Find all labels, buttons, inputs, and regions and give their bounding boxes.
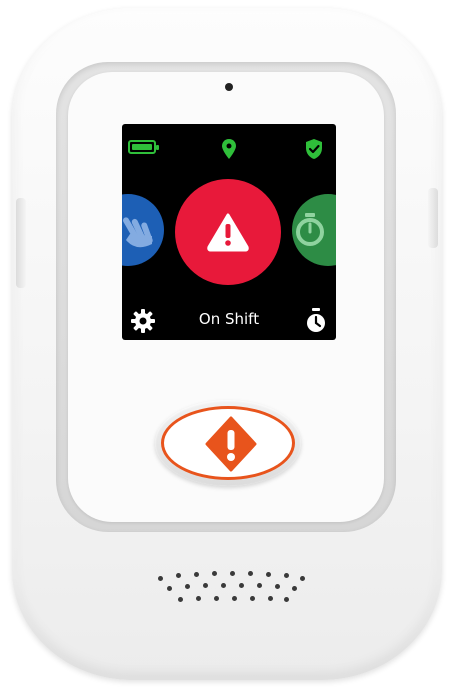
camera-dot: [225, 83, 233, 91]
sos-alert-button[interactable]: [175, 179, 281, 285]
hand-wave-icon[interactable]: [122, 194, 164, 266]
location-pin-icon: [222, 139, 236, 159]
stopwatch-icon[interactable]: [304, 308, 328, 334]
diamond-alert-icon: [205, 416, 257, 472]
panic-button[interactable]: [155, 400, 301, 486]
battery-full-icon: [128, 140, 159, 154]
shield-check-icon: [306, 139, 322, 159]
status-label: On Shift: [198, 310, 260, 328]
side-button-right[interactable]: [428, 188, 438, 248]
speaker-grille: [150, 570, 310, 610]
device-screen: On Shift: [122, 124, 336, 340]
side-button-left[interactable]: [16, 198, 26, 288]
gear-icon[interactable]: [130, 308, 156, 334]
warning-icon: [207, 213, 249, 252]
stopwatch-icon: [296, 213, 324, 246]
stopwatch-action-button[interactable]: [292, 194, 336, 266]
